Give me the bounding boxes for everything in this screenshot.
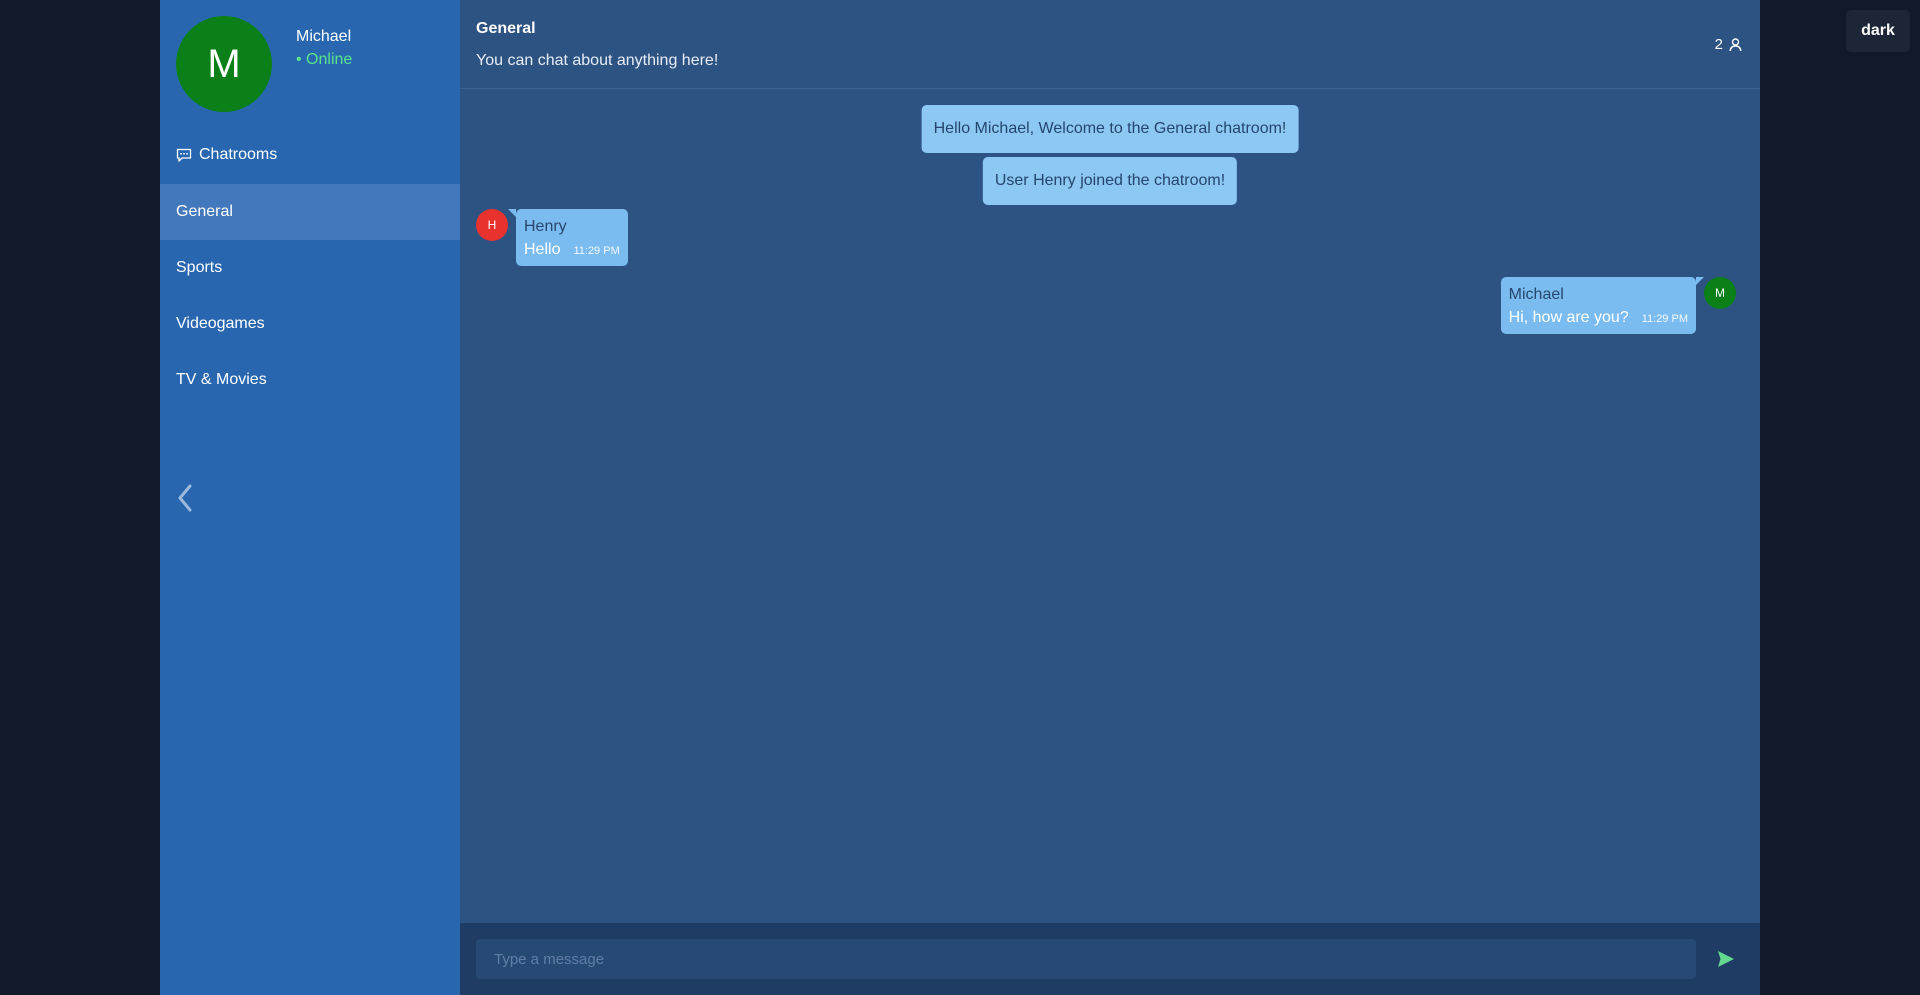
message-sender: Michael <box>1508 286 1564 303</box>
room-item-tv-movies[interactable]: TV & Movies <box>160 352 460 408</box>
chat-header: General You can chat about anything here… <box>460 0 1760 89</box>
user-name: Michael <box>296 28 352 45</box>
system-message-welcome: Hello Michael, Welcome to the General ch… <box>921 105 1299 153</box>
user-status: • Online <box>296 51 353 68</box>
theme-toggle-button[interactable]: dark <box>1846 10 1910 52</box>
message-row-henry: H Henry Hello 11:29 PM <box>476 209 628 266</box>
chat-panel: General You can chat about anything here… <box>460 0 1760 995</box>
message-bubble: Henry Hello 11:29 PM <box>508 209 628 266</box>
message-bubble: Michael Hi, how are you? 11:29 PM <box>1500 277 1705 334</box>
user-avatar: M <box>176 16 272 112</box>
user-count-value: 2 <box>1714 36 1723 53</box>
message-time: 11:29 PM <box>1641 313 1688 325</box>
room-description: You can chat about anything here! <box>476 52 719 69</box>
profile-info: Michael • Online <box>296 28 352 69</box>
user-count[interactable]: 2 <box>1715 36 1742 53</box>
chevron-left-icon <box>178 484 192 512</box>
message-list: Hello Michael, Welcome to the General ch… <box>460 89 1760 922</box>
message-text: Hello <box>524 241 561 258</box>
system-message-join: User Henry joined the chatroom! <box>982 157 1238 205</box>
message-time: 11:29 PM <box>573 245 620 257</box>
room-title: General <box>476 20 536 37</box>
chatrooms-label: Chatrooms <box>199 146 278 163</box>
message-input[interactable] <box>476 939 1696 979</box>
message-row-michael: Michael Hi, how are you? 11:29 PM M <box>1500 277 1736 334</box>
user-icon <box>1729 37 1742 51</box>
room-item-sports[interactable]: Sports <box>160 240 460 296</box>
sidebar: M Michael • Online Chatrooms General Spo… <box>160 0 460 995</box>
sender-avatar: H <box>476 209 508 241</box>
chat-bubble-icon <box>176 148 192 162</box>
message-sender: Henry <box>524 218 567 235</box>
sender-avatar: M <box>1704 277 1736 309</box>
chatrooms-header: Chatrooms <box>176 146 277 164</box>
send-icon <box>1718 951 1734 967</box>
message-text: Hi, how are you? <box>1508 309 1629 326</box>
user-profile: M Michael • Online <box>176 16 352 112</box>
message-composer <box>460 923 1760 995</box>
send-button[interactable] <box>1716 949 1740 971</box>
room-item-general[interactable]: General <box>160 184 460 240</box>
collapse-sidebar-button[interactable] <box>170 482 200 514</box>
room-item-videogames[interactable]: Videogames <box>160 296 460 352</box>
room-list: General Sports Videogames TV & Movies <box>160 184 460 408</box>
chat-app: M Michael • Online Chatrooms General Spo… <box>160 0 1760 995</box>
